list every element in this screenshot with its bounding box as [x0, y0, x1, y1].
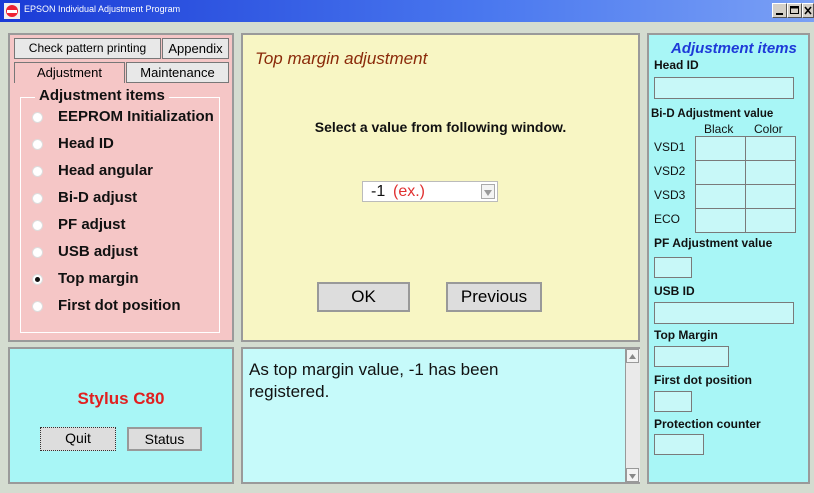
- pf-adjustment-field: [654, 257, 692, 278]
- head-id-label: Head ID: [654, 58, 699, 72]
- top-margin-label: Top Margin: [654, 328, 718, 342]
- bid-color-cell: [745, 184, 796, 209]
- bid-black-header: Black: [704, 122, 734, 136]
- usb-id-field: [654, 302, 794, 324]
- minimize-button[interactable]: [772, 3, 787, 18]
- tab-adjustment[interactable]: Adjustment: [14, 62, 125, 83]
- radio-label: USB adjust: [58, 243, 139, 260]
- bid-adjustment-label: Bi-D Adjustment value: [651, 108, 774, 120]
- radio-label: Head angular: [58, 162, 154, 179]
- message-panel: As top margin value, -1 has been registe…: [241, 347, 640, 484]
- right-panel: Adjustment items Head ID Bi-D Adjustment…: [647, 33, 810, 484]
- protection-counter-field: [654, 434, 704, 455]
- value-select[interactable]: -1 (ex.): [362, 181, 498, 202]
- model-name: Stylus C80: [77, 389, 165, 408]
- radio-label: First dot position: [58, 297, 181, 314]
- protection-counter-label: Protection counter: [654, 417, 761, 431]
- radio-label: Top margin: [58, 270, 139, 287]
- radio-label: EEPROM Initialization: [58, 108, 214, 125]
- first-dot-position-label: First dot position: [654, 373, 752, 387]
- radio-button[interactable]: [32, 193, 43, 204]
- message-text: As top margin value, -1 has been registe…: [249, 360, 499, 401]
- bid-row-label: VSD2: [654, 164, 686, 178]
- radio-label: PF adjust: [58, 216, 126, 233]
- head-id-field: [654, 77, 794, 99]
- page-title: Top margin adjustment: [255, 49, 428, 68]
- radio-button[interactable]: [32, 220, 43, 231]
- radio-button[interactable]: [32, 166, 43, 177]
- tab-maintenance[interactable]: Maintenance: [126, 62, 229, 83]
- radio-button[interactable]: [32, 301, 43, 312]
- bid-color-cell: [745, 136, 796, 161]
- maximize-icon: [790, 6, 799, 14]
- usb-id-label: USB ID: [654, 284, 695, 298]
- main-panel: Top margin adjustment Select a value fro…: [241, 33, 640, 342]
- bid-black-cell: [695, 160, 746, 185]
- bid-color-cell: [745, 208, 796, 233]
- scroll-up-icon: [629, 354, 636, 359]
- scroll-up-button[interactable]: [626, 349, 639, 363]
- maximize-button[interactable]: [787, 3, 802, 18]
- tab-check-pattern-printing[interactable]: Check pattern printing: [14, 38, 161, 59]
- message-scrollbar[interactable]: [625, 349, 640, 482]
- radio-button-selected[interactable]: [32, 274, 43, 285]
- first-dot-position-field: [654, 391, 692, 412]
- previous-button[interactable]: Previous: [446, 282, 542, 312]
- bid-black-cell: [695, 208, 746, 233]
- close-button[interactable]: [802, 3, 814, 18]
- bid-color-cell: [745, 160, 796, 185]
- top-margin-field: [654, 346, 729, 367]
- tab-appendix[interactable]: Appendix: [162, 38, 229, 59]
- epson-app-icon: [4, 3, 20, 19]
- radio-button[interactable]: [32, 112, 43, 123]
- select-value: -1: [371, 183, 386, 200]
- radio-button[interactable]: [32, 139, 43, 150]
- adjustment-items-group-title: Adjustment items: [35, 87, 169, 104]
- right-panel-title: Adjustment items: [671, 40, 797, 57]
- select-value-suffix: (ex.): [393, 183, 425, 200]
- bid-black-cell: [695, 184, 746, 209]
- title-bar: EPSON Individual Adjustment Program: [0, 0, 814, 22]
- bid-black-cell: [695, 136, 746, 161]
- radio-label: Head ID: [58, 135, 114, 152]
- minimize-icon: [776, 13, 783, 15]
- status-button[interactable]: Status: [127, 427, 202, 451]
- radio-label: Bi-D adjust: [58, 189, 138, 206]
- bid-row-label: VSD1: [654, 140, 686, 154]
- radio-button[interactable]: [32, 247, 43, 258]
- window-title: EPSON Individual Adjustment Program: [24, 4, 181, 14]
- bid-row-label: ECO: [654, 212, 681, 226]
- instruction-text: Select a value from following window.: [314, 119, 567, 135]
- quit-button[interactable]: Quit: [40, 427, 116, 451]
- chevron-down-icon: [484, 190, 492, 196]
- scroll-down-icon: [629, 474, 636, 479]
- left-panel: Check pattern printing Appendix Adjustme…: [8, 33, 234, 342]
- pf-adjustment-label: PF Adjustment value: [654, 236, 773, 250]
- bid-row-label: VSD3: [654, 188, 686, 202]
- status-panel: Stylus C80 Quit Status: [8, 347, 234, 484]
- bid-color-header: Color: [754, 122, 783, 136]
- select-dropdown-button[interactable]: [481, 184, 495, 199]
- ok-button[interactable]: OK: [317, 282, 410, 312]
- close-icon: [804, 6, 812, 15]
- scroll-down-button[interactable]: [626, 468, 639, 482]
